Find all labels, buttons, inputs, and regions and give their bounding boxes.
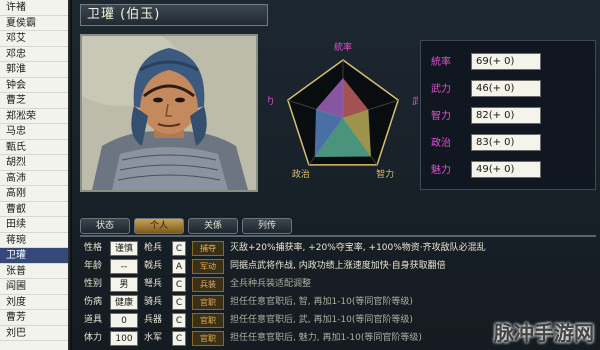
skill-description: 灭敌+20%捕获率, +20%夺宝率, +100%物资·齐攻敌队必混乱 (230, 243, 486, 253)
unit-label: 戟兵 (144, 261, 163, 271)
stat-value: 83(+ 0) (471, 134, 541, 151)
detail-tab-bar: 状态 个人 关係 列传 (80, 218, 596, 234)
unit-label: 弩兵 (144, 279, 163, 289)
radar-label: 政治 (292, 168, 310, 180)
site-watermark: 脉冲手游网 (494, 321, 594, 345)
attr-label: 伤病 (84, 297, 103, 307)
officer-portrait (80, 34, 258, 192)
stat-label: 統率 (431, 57, 451, 68)
stat-value: 82(+ 0) (471, 107, 541, 124)
radar-label: 智力 (376, 168, 394, 180)
unit-grade: C (172, 277, 186, 292)
roster-item[interactable]: 曹芝 (0, 93, 68, 109)
attr-value: 谨慎 (110, 241, 138, 256)
skill-tag: 官职 (192, 331, 224, 346)
unit-label: 枪兵 (144, 243, 163, 253)
stat-label: 政治 (431, 138, 451, 149)
roster-item[interactable]: 郭淮 (0, 62, 68, 78)
roster-item[interactable]: 邓忠 (0, 47, 68, 62)
radar-label: 武力 (412, 95, 418, 107)
roster-item[interactable]: 张普 (0, 264, 68, 279)
skill-tag: 捕夺 (192, 241, 224, 256)
skill-tag: 官职 (192, 313, 224, 328)
unit-grade: C (172, 295, 186, 310)
unit-label: 水军 (144, 333, 163, 343)
officer-detail-panel: 卫瓘 (伯玉) 統率武力智力政治魅力 (72, 0, 600, 350)
stat-value: 69(+ 0) (471, 53, 541, 70)
unit-grade: C (172, 331, 186, 346)
roster-item[interactable]: 马忠 (0, 124, 68, 140)
tab-3[interactable]: 列传 (242, 218, 292, 234)
roster-item[interactable]: 曹芳 (0, 310, 68, 326)
unit-grade: C (172, 241, 186, 256)
detail-row: 性别男弩兵 C 兵装 全兵种兵装适配调整 (80, 276, 596, 293)
skill-tag: 兵装 (192, 277, 224, 292)
portrait-illustration (82, 36, 256, 190)
roster-item[interactable]: 许褚 (0, 0, 68, 16)
roster-item[interactable]: 高沛 (0, 171, 68, 186)
detail-row: 年龄 -- 戟兵 A 军动 同据点武将作战, 内政功绩上涨速度加快·自身获取翻倍 (80, 258, 596, 275)
roster-item[interactable]: 刘巴 (0, 326, 68, 341)
attr-value: 健康 (110, 295, 138, 310)
officer-name-title: 卫瓘 (伯玉) (80, 4, 268, 26)
attribute-stats-panel: 統率 69(+ 0) 武力 46(+ 0) 智力 82(+ 0) 政治 83(+ 0) 魅力 49… (420, 40, 596, 190)
skill-description: 同据点武将作战, 内政功绩上涨速度加快·自身获取翻倍 (230, 261, 446, 271)
unit-label: 骑兵 (144, 297, 163, 307)
attr-value: 男 (110, 277, 138, 292)
radar-svg: 統率武力智力 政治 魅力 (256, 41, 430, 180)
skill-description: 全兵种兵装适配调整 (230, 279, 312, 289)
roster-item[interactable]: 郑淞荣 (0, 109, 68, 124)
tab-divider (80, 235, 596, 237)
stat-label: 智力 (431, 111, 451, 122)
roster-item[interactable]: 卫瓘 (0, 248, 68, 264)
skill-description: 担任任意官职后, 智, 再加1-10(等同官阶等级) (230, 297, 413, 307)
unit-label: 兵器 (144, 315, 163, 325)
attr-value: 100 (110, 331, 138, 346)
attr-value: -- (110, 259, 138, 274)
skill-tag: 官职 (192, 295, 224, 310)
roster-item[interactable]: 甄氏 (0, 140, 68, 155)
attr-label: 性格 (84, 243, 103, 253)
roster-item[interactable]: 阎圃 (0, 279, 68, 295)
attr-label: 道具 (84, 315, 103, 325)
skill-tag: 军动 (192, 259, 224, 274)
stat-label: 武力 (431, 84, 451, 95)
stat-label: 魅力 (431, 165, 451, 176)
tab-0[interactable]: 状态 (80, 218, 130, 234)
tab-2[interactable]: 关係 (188, 218, 238, 234)
roster-item[interactable]: 田续 (0, 217, 68, 233)
roster-item[interactable]: 蒋琬 (0, 233, 68, 248)
radar-label: 統率 (334, 41, 352, 53)
stat-value: 46(+ 0) (471, 80, 541, 97)
attr-label: 年龄 (84, 261, 103, 271)
attr-label: 性别 (84, 279, 103, 289)
roster-item[interactable]: 邓艾 (0, 31, 68, 47)
roster-item[interactable]: 胡烈 (0, 155, 68, 171)
tab-1[interactable]: 个人 (134, 218, 184, 234)
roster-item[interactable]: 刘度 (0, 295, 68, 310)
detail-row: 伤病 健康 骑兵 C 官职 担任任意官职后, 智, 再加1-10(等同官阶等级) (80, 294, 596, 311)
attribute-radar-chart: 統率武力智力 政治 魅力 (256, 34, 430, 192)
roster-item[interactable]: 夏侯霸 (0, 16, 68, 31)
attr-label: 体力 (84, 333, 103, 343)
attr-value: 0 (110, 313, 138, 328)
roster-item[interactable]: 高刚 (0, 186, 68, 202)
radar-label: 魅力 (268, 95, 274, 107)
roster-item[interactable]: 曹叡 (0, 202, 68, 217)
roster-item[interactable]: 钟会 (0, 78, 68, 93)
unit-grade: C (172, 313, 186, 328)
stat-value: 49(+ 0) (471, 161, 541, 178)
unit-grade: A (172, 259, 186, 274)
officer-roster-list: 许褚 夏侯霸 邓艾 邓忠 郭淮 钟会 曹芝 郑淞荣 马忠 甄氏 胡烈 高沛 高刚 曹叡 田续 蒋琬 卫瓘 张普 阎圃… (0, 0, 70, 350)
detail-row: 性格 谨慎 枪兵 C 捕夺 灭敌+20%捕获率, +20%夺宝率, +100%物资·齐攻敌… (80, 240, 596, 257)
